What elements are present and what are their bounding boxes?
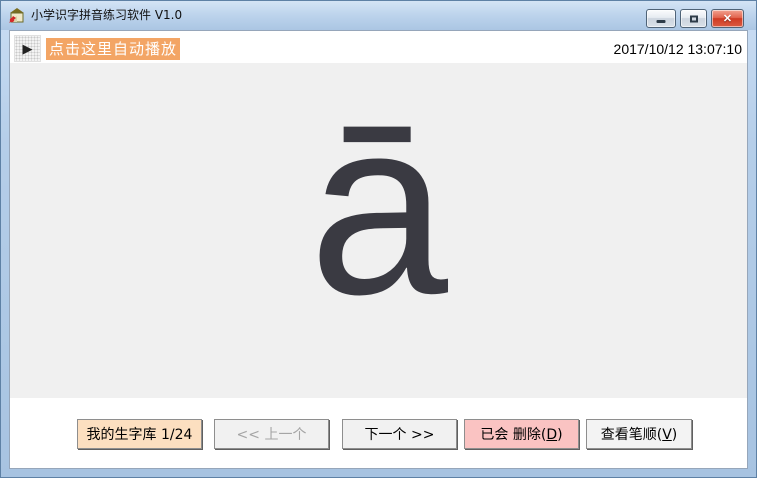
app-icon [9, 8, 24, 23]
maximize-icon [689, 15, 698, 22]
datetime-label: 2017/10/12 13:07:10 [613, 41, 742, 57]
titlebar: 小学识字拼音练习软件 V1.0 ✕ [1, 1, 756, 30]
play-button[interactable]: ▶ [14, 35, 41, 62]
wordbank-button-label: 我的生字库 1/24 [86, 427, 193, 443]
client-area: ▶ 点击这里自动播放 2017/10/12 13:07:10 ā 我的生字库 1… [9, 30, 748, 469]
toolbar-row: ▶ 点击这里自动播放 2017/10/12 13:07:10 [10, 31, 747, 63]
maximize-button[interactable] [680, 9, 707, 28]
footer-bar: 我的生字库 1/24 << 上一个 下一个 >> 已会 删除(D) 查看笔顺(V… [10, 398, 747, 468]
autoplay-link[interactable]: 点击这里自动播放 [46, 38, 181, 60]
next-button[interactable]: 下一个 >> [342, 419, 457, 449]
view-strokes-button-label: 查看笔顺(V) [600, 427, 678, 443]
app-window: 小学识字拼音练习软件 V1.0 ✕ ▶ 点击这里自动播放 2017/10/12 … [0, 0, 757, 478]
delete-known-button[interactable]: 已会 删除(D) [464, 419, 579, 449]
play-icon: ▶ [22, 40, 33, 56]
window-controls: ✕ [646, 9, 744, 28]
window-title: 小学识字拼音练习软件 V1.0 [31, 8, 183, 22]
minimize-button[interactable] [646, 9, 676, 28]
view-strokes-button[interactable]: 查看笔顺(V) [586, 419, 692, 449]
close-button[interactable]: ✕ [711, 9, 744, 28]
character-display-area: ā [10, 63, 747, 398]
next-button-label: 下一个 >> [364, 427, 435, 443]
previous-button: << 上一个 [214, 419, 329, 449]
pinyin-character: ā [308, 66, 449, 346]
previous-button-label: << 上一个 [236, 427, 307, 443]
delete-known-button-label: 已会 删除(D) [480, 427, 563, 443]
close-icon: ✕ [722, 13, 733, 25]
wordbank-button[interactable]: 我的生字库 1/24 [77, 419, 202, 449]
minimize-icon [656, 20, 666, 23]
